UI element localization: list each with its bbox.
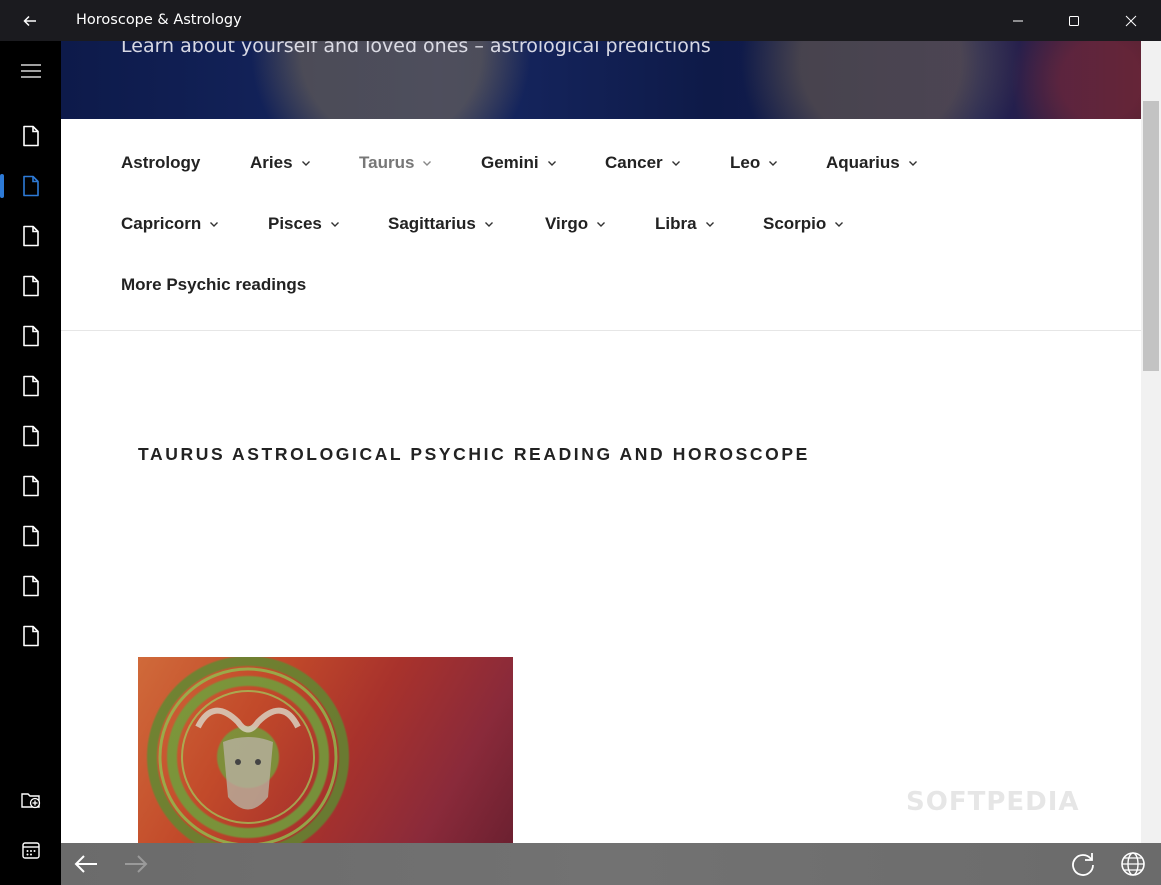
open-in-browser-button[interactable] xyxy=(1108,843,1158,885)
arrow-left-icon xyxy=(23,15,36,26)
nav-item-scorpio[interactable]: Scorpio xyxy=(763,214,844,234)
chevron-down-icon xyxy=(210,222,219,227)
page-icon xyxy=(22,275,39,297)
taurus-bull-icon xyxy=(158,667,338,843)
chevron-down-icon xyxy=(301,161,310,166)
taurus-zodiac-image xyxy=(138,657,513,843)
nav-item-capricorn[interactable]: Capricorn xyxy=(121,214,219,234)
nav-item-leo[interactable]: Leo xyxy=(730,153,778,173)
minimize-icon xyxy=(1013,20,1023,21)
nav-label: Aquarius xyxy=(826,153,900,172)
scrollbar-thumb[interactable] xyxy=(1143,101,1159,371)
back-button[interactable] xyxy=(0,0,60,41)
chevron-down-icon xyxy=(330,222,339,227)
page-icon xyxy=(22,225,39,247)
rail-page-item[interactable] xyxy=(0,461,61,511)
vertical-scrollbar[interactable] xyxy=(1141,41,1161,843)
add-folder-icon xyxy=(20,793,40,809)
nav-item-libra[interactable]: Libra xyxy=(655,214,715,234)
rail-page-item[interactable] xyxy=(0,311,61,361)
softpedia-watermark: SOFTPEDIA xyxy=(906,787,1080,817)
refresh-button[interactable] xyxy=(1058,843,1108,885)
rail-page-item[interactable] xyxy=(0,161,61,211)
nav-label: Capricorn xyxy=(121,214,202,233)
nav-label: Libra xyxy=(655,214,697,233)
chevron-down-icon xyxy=(908,161,917,166)
nav-label: Sagittarius xyxy=(388,214,476,233)
maximize-button[interactable] xyxy=(1046,0,1102,41)
site-navigation: Astrology Aries Taurus Gemini Cancer Leo… xyxy=(61,119,1141,331)
arrow-left-icon xyxy=(74,855,97,873)
close-icon xyxy=(1125,15,1137,26)
page-icon xyxy=(22,325,39,347)
nav-item-cancer[interactable]: Cancer xyxy=(605,153,681,173)
nav-item-gemini[interactable]: Gemini xyxy=(481,153,557,173)
browser-back-button[interactable] xyxy=(61,843,111,885)
nav-item-pisces[interactable]: Pisces xyxy=(268,214,340,234)
refresh-icon xyxy=(1072,853,1094,876)
nav-item-aquarius[interactable]: Aquarius xyxy=(826,153,918,173)
page-icon xyxy=(22,375,39,397)
rail-page-item[interactable] xyxy=(0,411,61,461)
rail-page-item[interactable] xyxy=(0,561,61,611)
rail-page-item[interactable] xyxy=(0,111,61,161)
page-icon xyxy=(22,625,39,647)
nav-label: Leo xyxy=(730,153,761,172)
chevron-down-icon xyxy=(769,161,778,166)
rail-page-item[interactable] xyxy=(0,511,61,561)
nav-item-more-psychic-readings[interactable]: More Psychic readings xyxy=(121,275,306,295)
nav-label: Pisces xyxy=(268,214,322,233)
nav-label: Scorpio xyxy=(763,214,827,233)
nav-item-taurus[interactable]: Taurus xyxy=(359,153,432,173)
nav-label: Cancer xyxy=(605,153,663,172)
hamburger-menu-button[interactable] xyxy=(0,46,61,96)
window-title: Horoscope & Astrology xyxy=(76,12,242,28)
nav-label: Virgo xyxy=(545,214,589,233)
nav-label: More Psychic readings xyxy=(121,275,307,294)
navigation-rail xyxy=(0,41,61,885)
close-button[interactable] xyxy=(1103,0,1159,41)
nav-item-sagittarius[interactable]: Sagittarius xyxy=(388,214,494,234)
chevron-down-icon xyxy=(423,161,432,166)
page-title: TAURUS ASTROLOGICAL PSYCHIC READING AND … xyxy=(138,444,810,464)
chevron-down-icon xyxy=(705,222,714,227)
calendar-button[interactable] xyxy=(0,825,61,875)
chevron-down-icon xyxy=(597,222,606,227)
chevron-down-icon xyxy=(835,222,844,227)
rail-page-item[interactable] xyxy=(0,261,61,311)
minimize-button[interactable] xyxy=(990,0,1046,41)
rail-page-item[interactable] xyxy=(0,611,61,661)
page-icon xyxy=(22,575,39,597)
title-bar: Horoscope & Astrology xyxy=(0,0,1161,41)
arrow-right-icon xyxy=(125,855,148,873)
page-icon xyxy=(22,525,39,547)
browser-toolbar xyxy=(61,843,1161,885)
site-tagline: Learn about yourself and loved ones – as… xyxy=(121,41,711,57)
chevron-down-icon xyxy=(484,222,493,227)
browser-forward-button[interactable] xyxy=(111,843,161,885)
rail-page-item[interactable] xyxy=(0,361,61,411)
nav-label: Taurus xyxy=(359,153,415,172)
nav-label: Gemini xyxy=(481,153,539,172)
hamburger-icon xyxy=(20,64,41,78)
maximize-icon xyxy=(1069,15,1079,26)
site-header-banner: Learn about yourself and loved ones – as… xyxy=(61,41,1141,119)
globe-icon xyxy=(1121,852,1145,876)
nav-item-aries[interactable]: Aries xyxy=(250,153,311,173)
nav-item-virgo[interactable]: Virgo xyxy=(545,214,606,234)
web-content: Learn about yourself and loved ones – as… xyxy=(61,41,1141,843)
page-icon xyxy=(22,425,39,447)
page-icon xyxy=(22,475,39,497)
page-icon xyxy=(22,125,39,147)
nav-item-astrology[interactable]: Astrology xyxy=(121,153,200,173)
chevron-down-icon xyxy=(547,161,556,166)
rail-page-item[interactable] xyxy=(0,211,61,261)
nav-label: Aries xyxy=(250,153,293,172)
calendar-icon xyxy=(21,842,40,859)
chevron-down-icon xyxy=(671,161,680,166)
page-icon xyxy=(22,175,39,197)
add-folder-button[interactable] xyxy=(0,775,61,825)
nav-label: Astrology xyxy=(121,153,201,172)
